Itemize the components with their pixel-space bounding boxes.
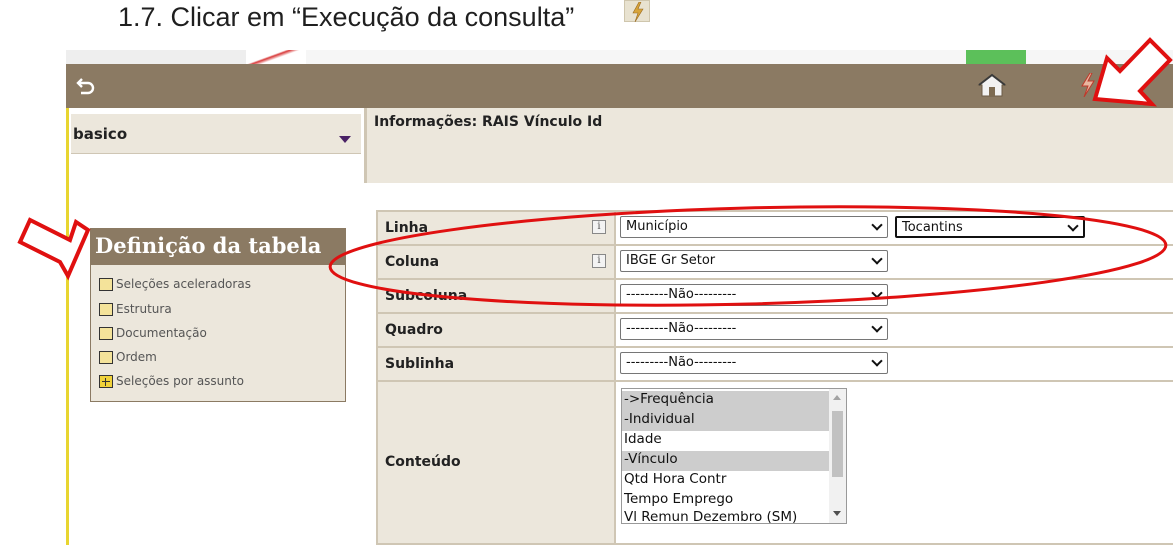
back-arrow-icon[interactable] (76, 76, 96, 100)
row-coluna: Coluna i IBGE Gr Setor (378, 246, 1173, 278)
info-title: Informações: RAIS Vínculo Id (374, 114, 603, 130)
row-value-cell: IBGE Gr Setor (616, 246, 1173, 278)
chevron-down-icon (339, 136, 351, 143)
linha-filter-value: Tocantins (902, 220, 963, 235)
row-label-cell: Sublinha (378, 348, 614, 380)
coluna-select[interactable]: IBGE Gr Setor (620, 250, 888, 272)
table-definition-box: Definição da tabela Seleções aceleradora… (90, 228, 346, 402)
scroll-down-icon[interactable] (833, 511, 841, 516)
sublinha-select-value: ---------Não--------- (626, 355, 737, 370)
row-quadro: Quadro ---------Não--------- (378, 314, 1173, 346)
left-panel: basico Definição da tabela Seleções acel… (66, 108, 363, 545)
chevron-down-icon (871, 253, 883, 265)
list-item[interactable]: Tempo Emprego (622, 491, 830, 511)
row-label: Sublinha (385, 356, 455, 372)
row-label: Coluna (385, 254, 440, 270)
row-label: Linha (385, 220, 429, 236)
row-value-cell: ---------Não--------- (616, 314, 1173, 346)
lightning-icon (624, 0, 650, 22)
linha-filter-select[interactable]: Tocantins (895, 216, 1085, 238)
definition-item-label: Ordem (116, 350, 157, 364)
instruction-text: 1.7. Clicar em “Execução da consulta” (118, 2, 575, 32)
coluna-select-value: IBGE Gr Setor (626, 253, 716, 268)
chevron-down-icon (871, 355, 883, 367)
profile-select[interactable]: basico (71, 114, 361, 154)
checkbox-icon[interactable] (99, 277, 113, 291)
row-value-cell: Município Tocantins (616, 212, 1173, 244)
subcoluna-select[interactable]: ---------Não--------- (620, 284, 888, 306)
checkbox-icon[interactable] (99, 302, 113, 316)
list-item[interactable]: -Individual (622, 411, 830, 431)
table-definition-title: Definição da tabela (91, 229, 345, 265)
list-item[interactable]: Vl Remun Dezembro (SM) (622, 509, 830, 523)
row-subcoluna: Subcoluna ---------Não--------- (378, 280, 1173, 312)
toolbar (66, 64, 1173, 108)
execute-query-button[interactable] (1080, 72, 1096, 101)
row-label-cell: Coluna i (378, 246, 614, 278)
row-conteudo: Conteúdo ->Frequência -Individual Idade … (378, 382, 1173, 543)
profile-select-value: basico (73, 125, 128, 143)
parameter-table: Linha i Município Tocantins Coluna i IBG… (376, 210, 1173, 545)
info-icon[interactable]: i (592, 254, 606, 268)
row-value-cell: ---------Não--------- (616, 348, 1173, 380)
quadro-select-value: ---------Não--------- (626, 321, 737, 336)
house-icon[interactable] (976, 72, 1008, 102)
decorative-strip (66, 50, 1173, 64)
row-value-cell: ->Frequência -Individual Idade -Vínculo … (616, 382, 1173, 543)
definition-item-subject-selections[interactable]: Seleções por assunto (99, 374, 244, 388)
row-linha: Linha i Município Tocantins (378, 212, 1173, 244)
listbox-scrollbar[interactable] (829, 389, 846, 523)
chevron-down-icon (871, 219, 883, 231)
scrollbar-thumb[interactable] (832, 411, 843, 477)
definition-item-label: Seleções aceleradoras (116, 277, 251, 291)
checkbox-icon[interactable] (99, 326, 113, 340)
info-icon[interactable]: i (592, 220, 606, 234)
row-label-cell: Linha i (378, 212, 614, 244)
definition-item-label: Documentação (116, 326, 207, 340)
row-label: Conteúdo (385, 454, 461, 470)
definition-item-label: Estrutura (116, 302, 172, 316)
list-item[interactable]: Qtd Hora Contr (622, 471, 830, 491)
sublinha-select[interactable]: ---------Não--------- (620, 352, 888, 374)
quadro-select[interactable]: ---------Não--------- (620, 318, 888, 340)
definition-item-order[interactable]: Ordem (99, 350, 157, 364)
definition-item-label: Seleções por assunto (116, 374, 244, 388)
app-window: basico Definição da tabela Seleções acel… (66, 50, 1173, 545)
definition-item-accelerator-selections[interactable]: Seleções aceleradoras (99, 277, 251, 291)
row-label-cell: Conteúdo (378, 382, 614, 543)
scroll-up-icon[interactable] (833, 395, 841, 400)
row-label-cell: Quadro (378, 314, 614, 346)
subcoluna-select-value: ---------Não--------- (626, 287, 737, 302)
right-panel: Informações: RAIS Vínculo Id Linha i Mun… (364, 108, 1173, 545)
checkbox-icon[interactable] (99, 350, 113, 364)
row-label: Quadro (385, 322, 443, 338)
row-value-cell: ---------Não--------- (616, 280, 1173, 312)
definition-item-documentation[interactable]: Documentação (99, 326, 207, 340)
definition-item-structure[interactable]: Estrutura (99, 302, 172, 316)
row-label-cell: Subcoluna (378, 280, 614, 312)
linha-select[interactable]: Município (620, 216, 888, 238)
linha-select-value: Município (626, 219, 688, 234)
row-sublinha: Sublinha ---------Não--------- (378, 348, 1173, 380)
list-item[interactable]: ->Frequência (622, 391, 830, 411)
chevron-down-icon (871, 287, 883, 299)
expand-plus-icon[interactable] (99, 374, 113, 388)
row-label: Subcoluna (385, 288, 468, 304)
chevron-down-icon (1067, 220, 1079, 232)
list-item[interactable]: Idade (622, 431, 830, 451)
content-listbox[interactable]: ->Frequência -Individual Idade -Vínculo … (621, 388, 847, 524)
list-item[interactable]: -Vínculo (622, 451, 830, 471)
info-header: Informações: RAIS Vínculo Id (364, 108, 1173, 183)
chevron-down-icon (871, 321, 883, 333)
